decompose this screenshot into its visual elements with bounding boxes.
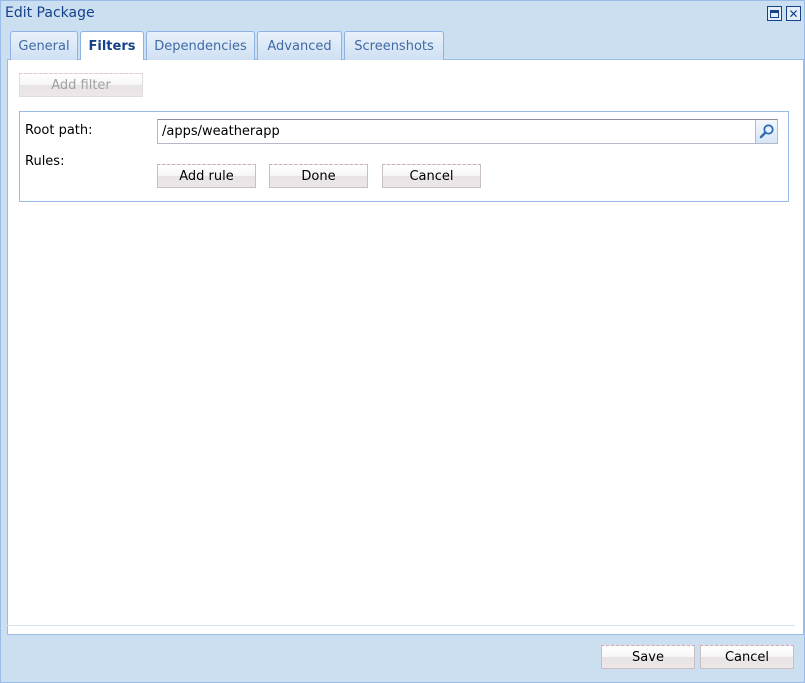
tab-dependencies[interactable]: Dependencies [146,31,255,60]
window-title: Edit Package [5,5,95,21]
filter-cancel-label: Cancel [409,168,454,184]
tab-filters-label: Filters [88,39,136,54]
save-button[interactable]: Save [601,645,695,669]
root-path-input[interactable] [162,122,754,141]
root-path-label: Root path: [25,123,93,138]
filter-cancel-button[interactable]: Cancel [382,164,481,188]
add-rule-label: Add rule [179,168,234,184]
rules-label: Rules: [25,154,65,169]
cancel-label: Cancel [724,649,770,665]
window-titlebar[interactable]: Edit Package ✕ [1,1,804,27]
add-filter-button[interactable]: Add filter [19,73,143,97]
done-button[interactable]: Done [269,164,368,188]
tab-dependencies-label: Dependencies [154,38,247,54]
tab-strip: General Filters Dependencies Advanced Sc… [7,28,804,61]
add-rule-button[interactable]: Add rule [157,164,256,188]
search-icon[interactable] [755,120,777,143]
save-label: Save [632,649,664,665]
add-filter-label: Add filter [51,77,111,93]
edit-package-window: Edit Package ✕ General Filters Dependenc… [0,0,805,683]
tab-general-label: General [18,38,70,54]
close-icon[interactable]: ✕ [786,6,801,21]
done-label: Done [301,168,336,184]
root-path-field[interactable] [157,119,778,144]
tab-advanced[interactable]: Advanced [257,31,342,60]
tab-advanced-label: Advanced [267,38,332,54]
panel-divider [7,625,795,626]
tab-screenshots[interactable]: Screenshots [344,31,444,60]
tab-screenshots-label: Screenshots [354,38,434,54]
tab-filters[interactable]: Filters [80,31,144,61]
maximize-icon[interactable] [767,6,782,21]
cancel-button[interactable]: Cancel [700,645,794,669]
tab-general[interactable]: General [10,31,78,60]
